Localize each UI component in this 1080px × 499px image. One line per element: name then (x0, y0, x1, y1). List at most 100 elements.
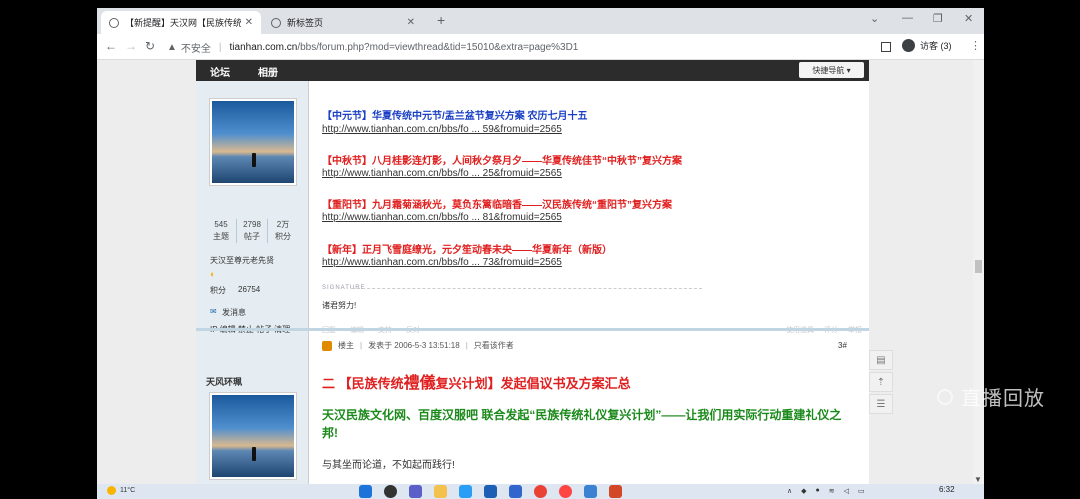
stat-value: 545 (214, 220, 228, 229)
festival-link[interactable]: http://www.tianhan.com.cn/bbs/fo ... 59&… (322, 124, 562, 135)
author-name[interactable]: 天风环珮 (206, 375, 242, 388)
url-path: /bbs/forum.php?mod=viewthread&tid=15010&… (297, 41, 579, 53)
tab-forum-thread[interactable]: 【新提醒】天汉网【民族传统礼... ✕ (101, 11, 261, 34)
back-arrow-icon[interactable]: ← (105, 39, 117, 53)
tray-app-icon[interactable]: ◆ (801, 487, 806, 495)
points-label: 积分 (210, 286, 226, 295)
taskbar: 11°C ∧ ◆ ● ≋ ◁ ▭ 6:32 (97, 484, 984, 499)
send-message-link[interactable]: 发消息 (222, 307, 246, 318)
nav-forum-link[interactable]: 论坛 (210, 64, 230, 79)
scroll-down-arrow-icon[interactable]: ▼ (974, 475, 982, 484)
file-explorer-icon[interactable] (434, 485, 447, 498)
floating-tools: ▤ ⇡ ☰ (869, 350, 897, 416)
stat-posts[interactable]: 2798 帖子 (237, 219, 268, 243)
security-label[interactable]: 不安全 (181, 40, 211, 55)
nav-album-link[interactable]: 相册 (258, 64, 278, 79)
replay-icon (937, 388, 953, 405)
vertical-scrollbar[interactable]: ▼ (973, 60, 984, 484)
scrollbar-thumb[interactable] (975, 260, 982, 273)
volume-icon[interactable]: ◁ (844, 487, 849, 495)
separator: | (465, 341, 468, 350)
profile-label: 访客 (3) (920, 41, 952, 51)
tab-new-tab[interactable]: 新标签页 ✕ (263, 11, 423, 34)
tray-app-icon[interactable]: ● (816, 487, 820, 495)
festival-link[interactable]: http://www.tianhan.com.cn/bbs/fo ... 73&… (322, 257, 562, 268)
chrome-icon[interactable] (534, 485, 547, 498)
back-to-top-icon[interactable]: ⇡ (869, 372, 893, 392)
headline-prefix: 二 【民族传统 (322, 376, 404, 391)
restore-icon[interactable]: ❐ (933, 12, 943, 25)
quick-nav-button[interactable]: 快捷导航 ▾ (799, 62, 864, 78)
tab-label: 新标签页 (287, 18, 324, 28)
taskbar-apps (359, 485, 622, 498)
festival-title-zhongqiu: 【中秋节】八月桂影连灯影，人间秋夕祭月夕——华夏传统佳节“中秋节”复兴方案 (322, 156, 682, 167)
festival-link[interactable]: http://www.tianhan.com.cn/bbs/fo ... 25&… (322, 168, 562, 179)
replay-watermark: 直播回放 (937, 382, 1045, 411)
stat-threads[interactable]: 545 主题 (206, 219, 237, 243)
page-viewport: 论坛 相册 快捷导航 ▾ 545 主题 2798 帖子 2万 积分 天汉至尊元老先贤 … (97, 60, 984, 484)
warning-icon[interactable]: ▲ (167, 42, 177, 53)
headline-suffix: 复兴计划】发起倡议书及方案汇总 (435, 376, 631, 391)
stat-label: 主题 (213, 232, 229, 241)
tab-strip: 【新提醒】天汉网【民族传统礼... ✕ 新标签页 ✕ + ⌄ — ❐ ✕ (97, 8, 984, 34)
headline-emphasis: 禮儀 (403, 375, 436, 392)
separator: | (360, 341, 363, 350)
post-headline: 二 【民族传统禮儀复兴计划】发起倡议书及方案汇总 (322, 369, 631, 393)
reload-icon[interactable]: ↻ (145, 39, 155, 53)
floor-number[interactable]: 3# (838, 341, 847, 350)
weather-widget[interactable]: 11°C (107, 486, 135, 495)
close-window-icon[interactable]: ✕ (964, 12, 973, 25)
system-tray: ∧ ◆ ● ≋ ◁ ▭ (787, 487, 865, 495)
comment-icon[interactable]: ▤ (869, 350, 893, 370)
start-icon[interactable] (359, 485, 372, 498)
battery-icon[interactable]: ▭ (858, 487, 865, 495)
festival-title-newyear: 【新年】正月飞雪庭缭光，元夕笙动春未央——华夏新年（新版） (322, 245, 612, 256)
user-stats: 545 主题 2798 帖子 2万 积分 (206, 219, 298, 243)
festival-link[interactable]: http://www.tianhan.com.cn/bbs/fo ... 81&… (322, 212, 562, 223)
tab-search-icon[interactable]: ⌄ (870, 12, 879, 25)
clock[interactable]: 6:32 (939, 485, 955, 494)
screen: 【新提醒】天汉网【民族传统礼... ✕ 新标签页 ✕ + ⌄ — ❐ ✕ ← →… (0, 0, 1080, 499)
moon-icon: ◐ (210, 269, 216, 279)
forward-arrow-icon[interactable]: → (125, 39, 137, 53)
app-icon[interactable] (584, 485, 597, 498)
address-bar[interactable]: ▲ 不安全 | tianhan.com.cn /bbs/forum.php?mo… (167, 38, 867, 56)
signature-text: 诸君努力! (322, 301, 357, 310)
mail-icon: ✉ (210, 307, 217, 316)
chrome-icon[interactable] (559, 485, 572, 498)
post-content: 楼主 | 发表于 2006-5-3 13:51:18 | 只看该作者 3# 二 … (322, 331, 862, 484)
more-menu-icon[interactable]: ⋮ (970, 39, 981, 52)
close-tab-icon[interactable]: ✕ (245, 17, 253, 28)
close-tab-icon[interactable]: ✕ (407, 17, 415, 28)
separator: | (218, 41, 222, 53)
app-icon[interactable] (484, 485, 497, 498)
list-icon[interactable]: ☰ (869, 394, 893, 414)
app-icon[interactable] (509, 485, 522, 498)
globe-icon (271, 17, 281, 28)
chat-icon[interactable] (409, 485, 422, 498)
toolbar: ← → ↻ ▲ 不安全 | tianhan.com.cn /bbs/forum.… (97, 34, 984, 60)
side-panel-icon[interactable] (881, 42, 891, 52)
stat-label: 积分 (275, 232, 291, 241)
wifi-icon[interactable]: ≋ (829, 487, 835, 495)
profile-avatar-icon (902, 39, 915, 52)
tray-up-icon[interactable]: ∧ (787, 487, 792, 495)
minimize-icon[interactable]: — (902, 12, 913, 24)
stat-value: 2798 (243, 220, 261, 229)
post-content: 【中元节】华夏传统中元节/盂兰盆节复兴方案 农历七月十五 http://www.… (322, 81, 862, 334)
new-tab-button[interactable]: + (437, 12, 445, 28)
browser-window: 【新提醒】天汉网【民族传统礼... ✕ 新标签页 ✕ + ⌄ — ❐ ✕ ← →… (97, 8, 984, 484)
only-author-link[interactable]: 只看该作者 (474, 340, 514, 351)
app-icon[interactable] (459, 485, 472, 498)
festival-title-chongyang: 【重阳节】九月霜菊涵秋光，莫负东篱临暗香——汉民族传统“重阳节”复兴方案 (322, 200, 672, 211)
user-avatar[interactable] (210, 99, 296, 185)
festival-title-zhongyuan: 【中元节】华夏传统中元节/盂兰盆节复兴方案 农历七月十五 (322, 111, 588, 122)
author-sidebar: 545 主题 2798 帖子 2万 积分 天汉至尊元老先贤 ◐ 积分 26754 ✉ … (196, 81, 309, 484)
user-rank: 天汉至尊元老先贤 (210, 256, 274, 265)
stat-points[interactable]: 2万 积分 (268, 219, 298, 243)
user-avatar[interactable] (210, 393, 296, 479)
search-icon[interactable] (384, 485, 397, 498)
powerpoint-icon[interactable] (609, 485, 622, 498)
author-badge-icon (322, 340, 332, 351)
profile-button[interactable]: 访客 (3) (902, 39, 952, 52)
